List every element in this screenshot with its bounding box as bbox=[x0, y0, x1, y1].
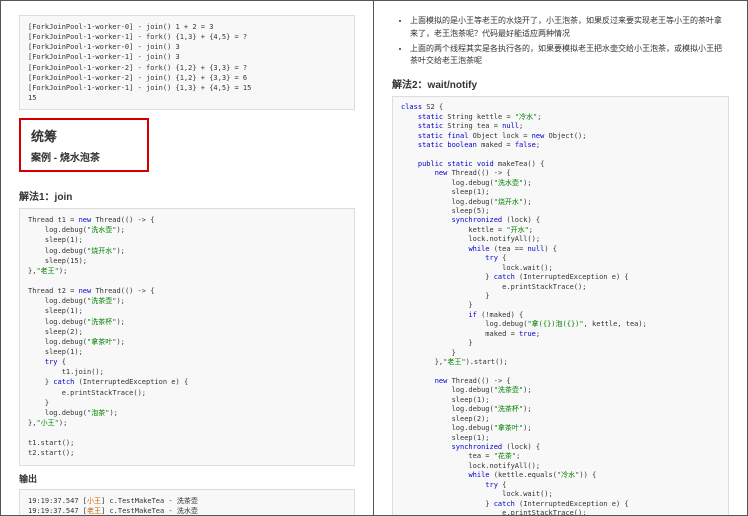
method2-title: 解法2：wait/notify bbox=[392, 76, 729, 91]
note-1: 上面模拟的是小王等老王的水烧开了，小王泡茶，如果反过来要实现老王等小王的茶叶拿来… bbox=[410, 15, 729, 41]
output-title: 输出 bbox=[19, 472, 355, 485]
forkjoin-output-code: [ForkJoinPool-1-worker-0] - join() 1 + 2… bbox=[19, 15, 355, 110]
method1-title: 解法1：join bbox=[19, 188, 355, 203]
heading-case: 案例 - 烧水泡茶 bbox=[31, 149, 137, 164]
heading-coord: 统筹 bbox=[31, 126, 137, 145]
defect-notes: 上面模拟的是小王等老王的水烧开了，小王泡茶，如果反过来要实现老王等小王的茶叶拿来… bbox=[392, 15, 729, 68]
highlight-box: 统筹 案例 - 烧水泡茶 bbox=[19, 118, 149, 172]
page-right: 上面模拟的是小王等老王的水烧开了，小王泡茶，如果反过来要实现老王等小王的茶叶拿来… bbox=[374, 0, 748, 516]
output-log: 19:19:37.547 [小王] c.TestMakeTea - 洗茶壶 19… bbox=[19, 489, 355, 516]
page-left: [ForkJoinPool-1-worker-0] - join() 1 + 2… bbox=[0, 0, 374, 516]
method2-code: class S2 { static String kettle = "冷水"; … bbox=[392, 96, 729, 516]
note-2: 上面的两个线程其实是各执行各的，如果要模拟老王把水壶交给小王泡茶，或模拟小王把茶… bbox=[410, 43, 729, 69]
method1-code: Thread t1 = new Thread(() -> { log.debug… bbox=[19, 208, 355, 465]
